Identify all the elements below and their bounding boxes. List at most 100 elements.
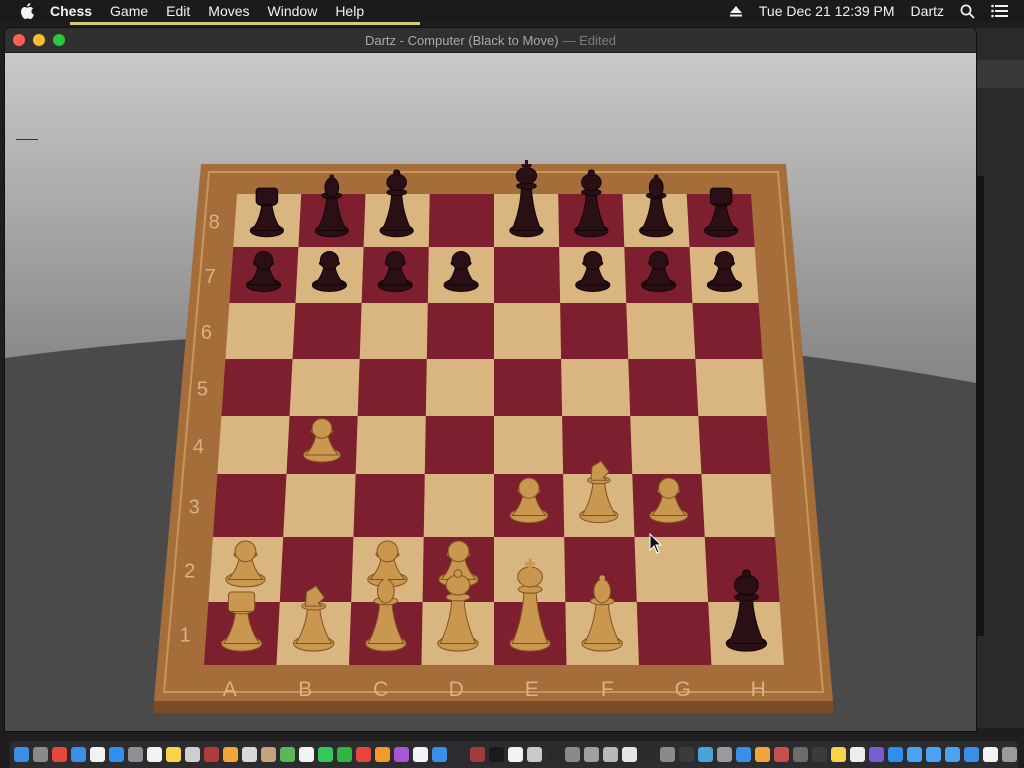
app-store-folder-icon[interactable] (888, 747, 903, 762)
image-capture-icon[interactable] (793, 747, 808, 762)
textedit-icon[interactable] (508, 747, 523, 762)
square-f6[interactable] (560, 303, 629, 359)
folder-2-icon[interactable] (926, 747, 941, 762)
square-e4[interactable] (494, 416, 564, 474)
square-e6[interactable] (494, 303, 562, 359)
mail-icon[interactable] (432, 747, 447, 762)
home-icon[interactable] (223, 747, 238, 762)
square-g5[interactable] (628, 359, 699, 416)
stickies-icon[interactable] (831, 747, 846, 762)
close-button[interactable] (13, 34, 25, 46)
menu-user[interactable]: Dartz (911, 3, 944, 19)
menu-help[interactable]: Help (335, 3, 364, 19)
music-icon[interactable] (90, 747, 105, 762)
safari-icon[interactable] (71, 747, 86, 762)
square-c4[interactable] (355, 416, 426, 474)
chess-icon[interactable] (527, 747, 542, 762)
photo-booth-icon[interactable] (204, 747, 219, 762)
background-window[interactable] (976, 28, 1024, 728)
keychain-icon[interactable] (603, 747, 618, 762)
eject-icon[interactable] (729, 5, 743, 17)
spotlight-search-icon[interactable] (960, 4, 975, 19)
square-d6[interactable] (426, 303, 494, 359)
calendar-icon[interactable] (147, 747, 162, 762)
system-preferences-icon[interactable] (128, 747, 143, 762)
square-d3[interactable] (423, 474, 494, 537)
square-e7[interactable] (494, 247, 561, 303)
dictionary-icon[interactable] (470, 747, 485, 762)
facetime-icon[interactable] (337, 747, 352, 762)
menu-game[interactable]: Game (110, 3, 148, 19)
chrome-icon[interactable] (52, 747, 67, 762)
menu-moves[interactable]: Moves (208, 3, 249, 19)
square-h6[interactable] (692, 303, 763, 359)
square-g1[interactable] (636, 602, 712, 665)
reminders-icon[interactable] (299, 747, 314, 762)
document-icon[interactable] (983, 747, 998, 762)
square-f5[interactable] (561, 359, 631, 416)
square-b5[interactable] (289, 359, 360, 416)
square-a4[interactable] (217, 416, 290, 474)
books-icon[interactable] (375, 747, 390, 762)
colorsync-icon[interactable] (755, 747, 770, 762)
stocks-icon[interactable] (451, 747, 466, 762)
square-d4[interactable] (424, 416, 494, 474)
zoom-button[interactable] (53, 34, 65, 46)
photos-icon[interactable] (413, 747, 428, 762)
folder-icon[interactable] (907, 747, 922, 762)
square-a5[interactable] (221, 359, 293, 416)
preview-icon[interactable] (185, 747, 200, 762)
console-icon[interactable] (679, 747, 694, 762)
square-g6[interactable] (626, 303, 696, 359)
square-e5[interactable] (494, 359, 563, 416)
podcasts-icon[interactable] (394, 747, 409, 762)
maps-icon[interactable] (280, 747, 295, 762)
square-a6[interactable] (225, 303, 296, 359)
automator-icon[interactable] (660, 747, 675, 762)
voiceover-icon[interactable] (641, 747, 656, 762)
menu-window[interactable]: Window (268, 3, 318, 19)
window-titlebar[interactable]: Dartz - Computer (Black to Move) — Edite… (5, 28, 976, 53)
migration-icon[interactable] (717, 747, 732, 762)
bluetooth-icon[interactable] (736, 747, 751, 762)
menu-clock[interactable]: Tue Dec 21 12:39 PM (759, 3, 895, 19)
notification-center-icon[interactable] (991, 4, 1008, 18)
square-b6[interactable] (292, 303, 362, 359)
app-store-icon[interactable] (109, 747, 124, 762)
square-d8[interactable] (428, 194, 494, 247)
square-b3[interactable] (283, 474, 356, 537)
minimize-button[interactable] (33, 34, 45, 46)
finder-icon[interactable] (14, 747, 29, 762)
notes-icon[interactable] (166, 747, 181, 762)
feedback-icon[interactable] (869, 747, 884, 762)
downloads-icon[interactable] (964, 747, 979, 762)
activity-monitor-icon[interactable] (546, 747, 561, 762)
news-icon[interactable] (356, 747, 371, 762)
terminal-icon[interactable] (489, 747, 504, 762)
disk-utility-icon[interactable] (584, 747, 599, 762)
square-c5[interactable] (357, 359, 427, 416)
menu-edit[interactable]: Edit (166, 3, 190, 19)
script-editor-icon[interactable] (242, 747, 257, 762)
photo-icon[interactable] (850, 747, 865, 762)
quicktime-icon[interactable] (812, 747, 827, 762)
square-h4[interactable] (698, 416, 771, 474)
launchpad-icon[interactable] (33, 747, 48, 762)
contacts-icon[interactable] (261, 747, 276, 762)
messages-icon[interactable] (318, 747, 333, 762)
square-d5[interactable] (425, 359, 494, 416)
square-g2[interactable] (634, 537, 709, 602)
folder-3-icon[interactable] (945, 747, 960, 762)
digital-color-icon[interactable] (774, 747, 789, 762)
chess-board-view[interactable]: 8 7 6 5 4 3 2 1 A B C D E F G H (5, 53, 976, 731)
square-c6[interactable] (359, 303, 428, 359)
grapher-icon[interactable] (698, 747, 713, 762)
square-h3[interactable] (701, 474, 776, 537)
square-a3[interactable] (212, 474, 287, 537)
apple-menu-icon[interactable] (20, 3, 34, 19)
screenshot-icon[interactable] (565, 747, 580, 762)
square-c3[interactable] (353, 474, 425, 537)
trash-icon[interactable] (1002, 747, 1017, 762)
square-h5[interactable] (695, 359, 767, 416)
font-book-icon[interactable] (622, 747, 637, 762)
